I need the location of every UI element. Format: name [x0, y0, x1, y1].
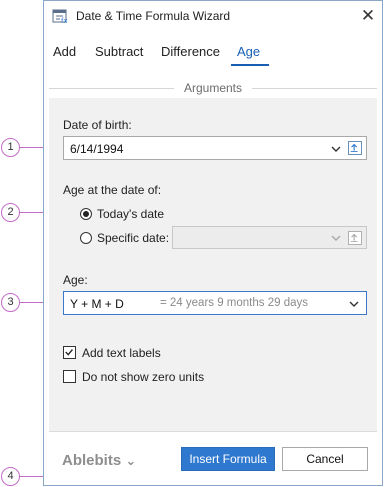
- window-title: Date & Time Formula Wizard: [76, 9, 231, 23]
- active-tab-indicator: [231, 64, 269, 66]
- specific-date-label[interactable]: Specific date:: [97, 231, 169, 245]
- chevron-down-icon[interactable]: [330, 232, 342, 244]
- select-range-button-disabled[interactable]: [348, 231, 362, 245]
- upload-arrow-icon: [350, 233, 358, 242]
- brand-name: Ablebits: [62, 452, 122, 469]
- todays-date-label[interactable]: Today's date: [97, 207, 164, 221]
- age-format-value: Y + M + D: [70, 297, 124, 311]
- tab-age[interactable]: Age: [237, 44, 260, 59]
- date-of-birth-field[interactable]: 6/14/1994: [63, 136, 367, 160]
- age-label: Age:: [63, 273, 88, 287]
- upload-arrow-icon: [350, 143, 358, 152]
- chevron-down-icon[interactable]: [330, 143, 342, 155]
- calendar-formula-icon: fx: [52, 9, 68, 24]
- checkmark-icon: [65, 349, 73, 356]
- footer-divider: [49, 431, 377, 432]
- select-range-button[interactable]: [348, 141, 362, 155]
- close-button[interactable]: ✕: [356, 4, 380, 28]
- callout-2-leader: [20, 212, 34, 213]
- specific-date-radio[interactable]: [80, 232, 92, 244]
- title-bar: fx Date & Time Formula Wizard ✕: [44, 1, 382, 33]
- age-at-date-label: Age at the date of:: [63, 183, 162, 197]
- chevron-down-icon: ⌄: [125, 453, 137, 468]
- tab-subtract[interactable]: Subtract: [95, 44, 143, 59]
- callout-4: 4: [1, 467, 20, 486]
- do-not-show-zero-units-label[interactable]: Do not show zero units: [82, 370, 204, 384]
- add-text-labels-label[interactable]: Add text labels: [82, 346, 161, 360]
- cancel-button[interactable]: Cancel: [282, 447, 368, 471]
- ablebits-menu[interactable]: Ablebits ⌄: [62, 452, 136, 469]
- radio-selected-dot: [83, 211, 89, 217]
- tab-bar: Add Subtract Difference Age: [44, 41, 382, 67]
- todays-date-radio[interactable]: [80, 208, 92, 220]
- age-format-dropdown[interactable]: Y + M + D = 24 years 9 months 29 days: [63, 291, 367, 315]
- specific-date-field[interactable]: [172, 226, 367, 249]
- callout-2: 2: [1, 203, 20, 222]
- date-of-birth-value: 6/14/1994: [70, 142, 124, 156]
- arguments-heading: Arguments: [183, 81, 243, 95]
- callout-1: 1: [1, 138, 20, 157]
- chevron-down-icon[interactable]: [348, 298, 360, 310]
- tab-difference[interactable]: Difference: [161, 44, 220, 59]
- age-result-preview: = 24 years 9 months 29 days: [160, 297, 308, 309]
- tab-add[interactable]: Add: [53, 44, 76, 59]
- add-text-labels-checkbox[interactable]: [63, 346, 76, 359]
- callout-3: 3: [1, 293, 20, 312]
- insert-formula-button[interactable]: Insert Formula: [181, 447, 275, 471]
- date-of-birth-label: Date of birth:: [63, 118, 132, 132]
- dialog-window: fx Date & Time Formula Wizard ✕ Add Subt…: [43, 0, 383, 486]
- svg-text:fx: fx: [61, 17, 68, 24]
- do-not-show-zero-units-checkbox[interactable]: [63, 370, 76, 383]
